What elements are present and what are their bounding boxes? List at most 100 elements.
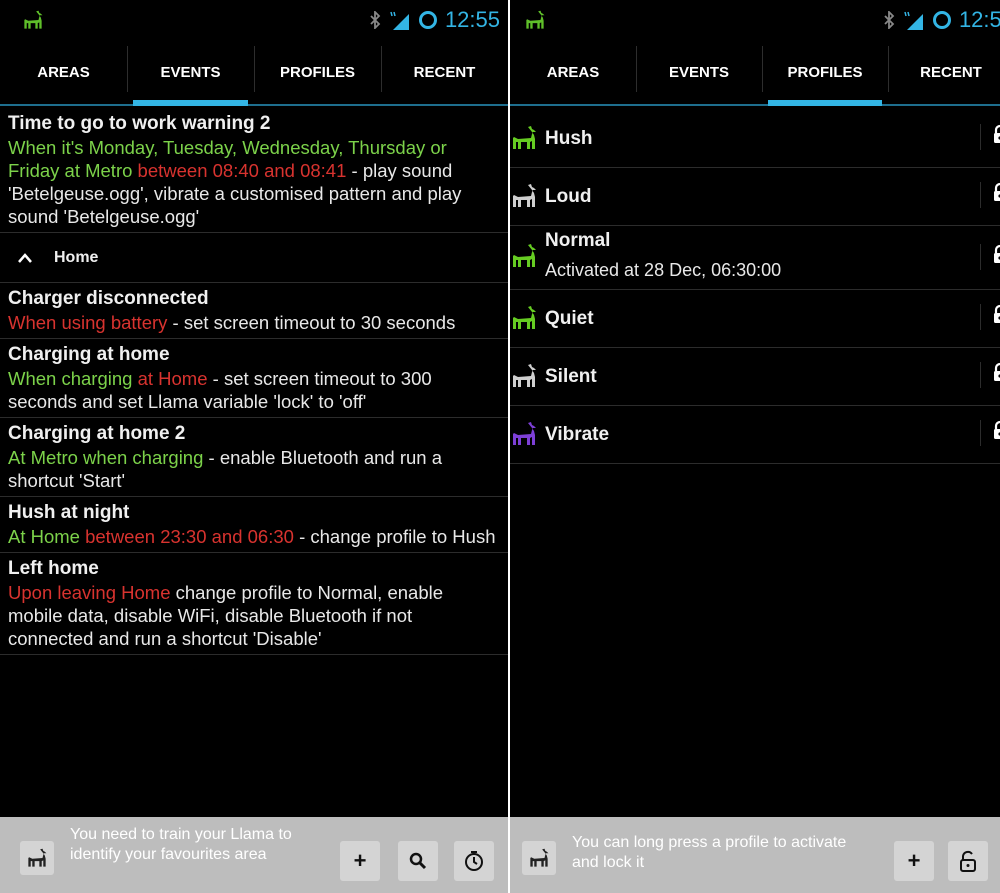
lock-icon [994,124,1000,143]
llama-train-icon [528,848,550,868]
profile-item-normal[interactable]: Normal Activated at 28 Dec, 06:30:00 [510,226,1000,290]
alarm-ring-icon [418,11,437,29]
lock-profile-button[interactable] [980,182,1000,208]
condition-highlight: When using battery [8,312,168,333]
clock: 12:55 [958,7,1000,32]
profile-item-vibrate[interactable]: Vibrate [510,406,1000,464]
event-item[interactable]: Hush at night At Home between 23:30 and 0… [0,497,508,553]
event-title: Left home [8,558,99,579]
timer-icon [465,851,483,871]
hint-text: You can long press a profile to activate… [572,834,847,871]
profile-name: Normal [545,230,611,251]
profile-list: Hush Loud Normal Activated at 28 Dec, 06:30… [510,110,1000,817]
bluetooth-icon [370,11,381,29]
tab-bar: AREAS EVENTS PROFILES RECENT [510,40,1000,106]
bluetooth-icon [884,11,895,29]
status-bar: 12:55 [510,0,1000,40]
lock-icon [994,244,1000,263]
alarm-ring-icon [932,11,951,29]
profiles-screen: 12:55 AREAS EVENTS PROFILES RECENT Hush L… [510,0,1000,893]
llama-notification-icon [22,10,44,30]
condition-highlight: at Home [137,368,208,389]
condition-highlight: between 23:30 and 06:30 [79,526,294,547]
llama-profile-icon [510,126,538,150]
llama-notification-icon [524,10,546,30]
lock-icon [994,420,1000,439]
lock-profile-button[interactable] [980,362,1000,388]
action-text: - set screen timeout to 30 seconds [167,312,456,333]
profile-item-quiet[interactable]: Quiet [510,290,1000,348]
action-text: - change profile to Hush [293,526,496,547]
profile-name: Silent [545,365,597,387]
lock-profile-button[interactable] [980,420,1000,446]
signal-icon [904,11,923,30]
llama-profile-icon [510,184,538,208]
events-screen: 12:55 AREAS EVENTS PROFILES RECENT Time … [0,0,508,893]
event-item[interactable]: Charging at home When charging at Home - … [0,339,508,418]
event-description: When using battery - set screen timeout … [8,311,500,334]
lock-profile-button[interactable] [980,244,1000,270]
tab-areas[interactable]: AREAS [510,40,636,104]
group-header-home[interactable]: Home [0,233,508,283]
profile-item-silent[interactable]: Silent [510,348,1000,406]
hint-text: You need to train your Llama to identify… [70,826,292,863]
tab-recent[interactable]: RECENT [888,40,1000,104]
condition-highlight: between 08:40 and 08:41 [132,160,347,181]
profile-name: Quiet [545,307,594,329]
event-title: Charging at home 2 [8,423,186,444]
bottom-action-bar: You can long press a profile to activate… [510,817,1000,893]
event-description: At Metro when charging - enable Bluetoot… [8,446,500,492]
llama-profile-icon [510,422,538,446]
bottom-action-bar: You need to train your Llama to identify… [0,817,508,893]
llama-profile-icon [510,306,538,330]
train-llama-button[interactable] [522,841,556,875]
event-list: Time to go to work warning 2 When it's Mo… [0,108,508,817]
clock: 12:55 [444,7,500,32]
event-item[interactable]: Charger disconnected When using battery -… [0,283,508,339]
event-title: Time to go to work warning 2 [8,113,271,134]
event-item[interactable]: Left home Upon leaving Home change profil… [0,553,508,655]
lock-icon [994,182,1000,201]
tab-profiles[interactable]: PROFILES [254,40,381,104]
unlock-icon [960,850,976,872]
event-title: Charger disconnected [8,288,209,309]
search-icon [409,852,427,870]
llama-profile-icon [510,364,538,388]
event-item[interactable]: Charging at home 2 At Metro when charging… [0,418,508,497]
search-button[interactable] [398,841,438,881]
profile-item-loud[interactable]: Loud [510,168,1000,226]
train-llama-button[interactable] [20,841,54,875]
lock-profile-button[interactable] [980,124,1000,150]
status-bar: 12:55 [0,0,508,40]
condition-text: At Metro when charging [8,447,204,468]
chevron-up-icon [18,252,32,263]
event-description: When it's Monday, Tuesday, Wednesday, Th… [8,136,500,228]
profile-name: Hush [545,127,593,149]
event-description: When charging at Home - set screen timeo… [8,367,500,413]
event-description: At Home between 23:30 and 06:30 - change… [8,525,500,548]
lock-profile-button[interactable] [980,304,1000,330]
tab-events[interactable]: EVENTS [636,40,762,104]
add-profile-button[interactable]: + [894,841,934,881]
tab-bar: AREAS EVENTS PROFILES RECENT [0,40,508,106]
profile-item-hush[interactable]: Hush [510,110,1000,168]
add-event-button[interactable]: + [340,841,380,881]
llama-train-icon [26,848,48,868]
profile-name: Loud [545,185,592,207]
event-title: Hush at night [8,502,130,523]
condition-highlight: Upon leaving Home [8,582,171,603]
signal-icon [390,11,409,30]
tab-profiles[interactable]: PROFILES [762,40,888,106]
tab-areas[interactable]: AREAS [0,40,127,104]
lock-icon [994,362,1000,381]
timer-button[interactable] [454,841,494,881]
unlock-button[interactable] [948,841,988,881]
event-item[interactable]: Time to go to work warning 2 When it's Mo… [0,108,508,233]
condition-text: At Home [8,526,80,547]
event-title: Charging at home [8,344,170,365]
group-label: Home [54,248,99,266]
llama-profile-icon [510,244,538,268]
tab-events[interactable]: EVENTS [127,40,254,106]
tab-recent[interactable]: RECENT [381,40,508,104]
event-description: Upon leaving Home change profile to Norm… [8,581,500,650]
